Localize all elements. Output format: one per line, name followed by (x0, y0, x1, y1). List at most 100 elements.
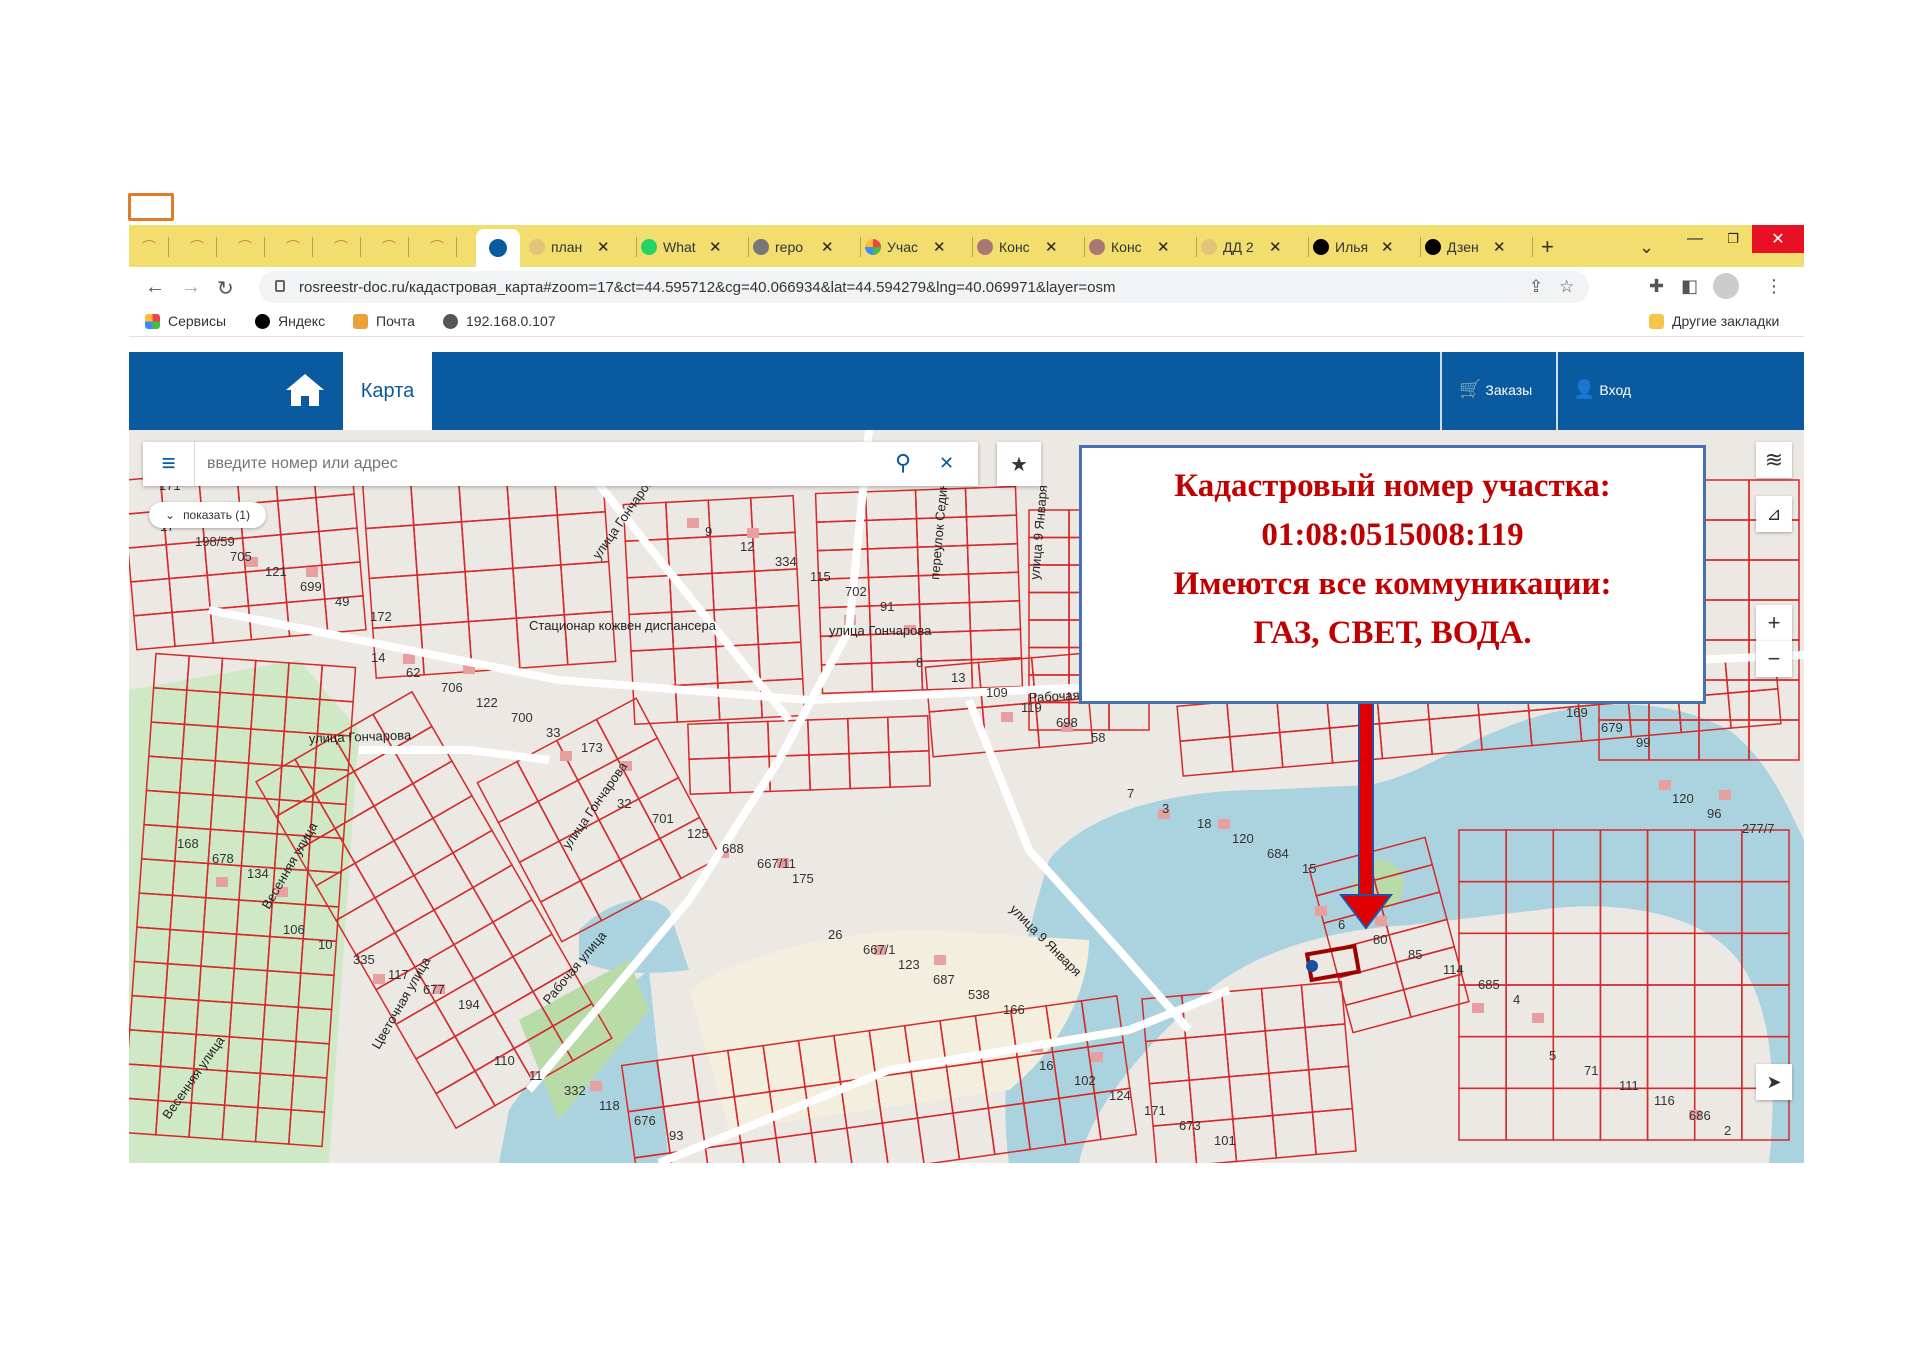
close-icon[interactable]: ✕ (1045, 238, 1058, 256)
parcel[interactable] (807, 717, 850, 756)
pinned-tab[interactable]: ⌒ (321, 233, 361, 261)
close-icon[interactable]: ✕ (1493, 238, 1506, 256)
parcel[interactable] (687, 722, 730, 760)
parcel[interactable] (471, 863, 533, 924)
parcel[interactable] (966, 542, 1020, 575)
close-icon[interactable]: ✕ (1269, 238, 1282, 256)
parcel[interactable] (1271, 1111, 1317, 1159)
parcel[interactable] (717, 680, 763, 721)
parcel[interactable] (352, 747, 414, 808)
parcel[interactable] (392, 817, 454, 877)
parcel[interactable] (1260, 984, 1306, 1032)
parcel[interactable] (1344, 988, 1412, 1034)
login-button[interactable]: 👤 Вход (1573, 379, 1631, 400)
ruler-button[interactable]: ⊿ (1756, 496, 1792, 532)
parcel[interactable] (1748, 679, 1800, 721)
parcel[interactable] (206, 571, 250, 610)
parcel[interactable] (965, 514, 1019, 547)
search-icon[interactable]: ⚲ (895, 450, 911, 476)
parcel[interactable] (1698, 679, 1750, 721)
parcel[interactable] (1220, 987, 1267, 1036)
zoom-out-button[interactable]: − (1756, 641, 1792, 677)
parcel[interactable] (866, 546, 920, 579)
layers-button[interactable]: ≋ (1756, 442, 1792, 478)
parcel[interactable] (1179, 735, 1234, 777)
close-window-button[interactable]: ✕ (1752, 225, 1804, 253)
tab[interactable]: ДД 2 ✕ (1201, 233, 1309, 261)
parcel[interactable] (753, 568, 800, 609)
parcel[interactable] (476, 760, 540, 824)
other-bookmarks[interactable]: Другие закладки (1649, 313, 1779, 329)
parcel[interactable] (1698, 599, 1750, 641)
parcel[interactable] (1698, 479, 1750, 521)
menu-icon[interactable]: ≡ (143, 442, 195, 486)
new-tab-button[interactable]: + (1541, 233, 1571, 261)
parcel[interactable] (416, 570, 470, 626)
parcel[interactable] (354, 839, 416, 899)
parcel[interactable] (372, 782, 434, 842)
close-icon[interactable]: ✕ (933, 238, 946, 256)
parcel[interactable] (727, 720, 770, 759)
close-icon[interactable]: ✕ (1381, 238, 1394, 256)
parcel[interactable] (1505, 932, 1555, 986)
pinned-tab[interactable]: ⌒ (129, 233, 169, 261)
parcel[interactable] (516, 739, 579, 803)
parcel[interactable] (1698, 519, 1750, 561)
parcel[interactable] (412, 520, 466, 576)
parcel[interactable] (452, 921, 514, 981)
minimize-button[interactable]: — (1675, 225, 1715, 253)
parcel[interactable] (508, 514, 562, 570)
tab[interactable]: Дзен ✕ (1425, 233, 1533, 261)
cadastral-map[interactable]: 1711721731751661015779913419493915815424… (129, 430, 1804, 1163)
parcel[interactable] (1505, 1087, 1555, 1141)
parcel[interactable] (168, 574, 212, 614)
back-button[interactable]: ← (145, 276, 165, 299)
parcel[interactable] (865, 517, 919, 550)
close-icon[interactable]: ✕ (597, 238, 610, 256)
tab[interactable]: Учас ✕ (865, 233, 973, 261)
parcel[interactable] (1748, 559, 1800, 601)
parcel[interactable] (129, 543, 170, 583)
parcel[interactable] (365, 524, 418, 580)
parcel[interactable] (1229, 731, 1284, 773)
parcel[interactable] (707, 497, 754, 538)
parcel[interactable] (1646, 984, 1696, 1038)
parcel[interactable] (1378, 718, 1434, 760)
parcel[interactable] (276, 496, 320, 536)
parcel[interactable] (1028, 591, 1070, 621)
parcel[interactable] (1268, 1068, 1314, 1117)
locate-button[interactable]: ➤ (1756, 1064, 1792, 1100)
tab[interactable]: What ✕ (641, 233, 749, 261)
tab-map[interactable]: Карта (343, 352, 432, 430)
parcel[interactable] (886, 715, 930, 753)
tab[interactable]: Конс ✕ (1089, 233, 1197, 261)
parcel[interactable] (1646, 1035, 1696, 1090)
parcel[interactable] (318, 527, 361, 567)
side-panel-icon[interactable]: ◧ (1681, 276, 1698, 297)
parcel[interactable] (279, 530, 323, 570)
parcel[interactable] (1552, 984, 1602, 1038)
parcel[interactable] (1505, 1035, 1555, 1090)
tab[interactable]: план ✕ (529, 233, 637, 261)
parcel[interactable] (315, 493, 358, 533)
parcel[interactable] (1599, 984, 1649, 1038)
pinned-tab[interactable]: ⌒ (177, 233, 217, 261)
parcel[interactable] (1328, 722, 1384, 764)
parcel[interactable] (755, 604, 802, 646)
parcel[interactable] (472, 955, 534, 1015)
parcel[interactable] (1599, 1087, 1649, 1141)
bookmark-item[interactable]: Сервисы (145, 313, 226, 329)
parcel[interactable] (130, 577, 173, 617)
parcel[interactable] (497, 800, 561, 864)
parcel[interactable] (1028, 646, 1070, 676)
zoom-in-button[interactable]: + (1756, 605, 1792, 641)
parcel[interactable] (964, 485, 1018, 518)
parcel[interactable] (1727, 688, 1782, 729)
parcel[interactable] (688, 757, 732, 795)
parcel[interactable] (374, 874, 436, 934)
url-text[interactable]: rosreestr-doc.ru/кадастровая_карта#zoom=… (299, 279, 1115, 296)
tab-search-button[interactable]: ⌄ (1639, 233, 1669, 261)
parcel[interactable] (967, 571, 1021, 604)
parcel[interactable] (952, 1107, 996, 1161)
parcel[interactable] (451, 829, 513, 889)
